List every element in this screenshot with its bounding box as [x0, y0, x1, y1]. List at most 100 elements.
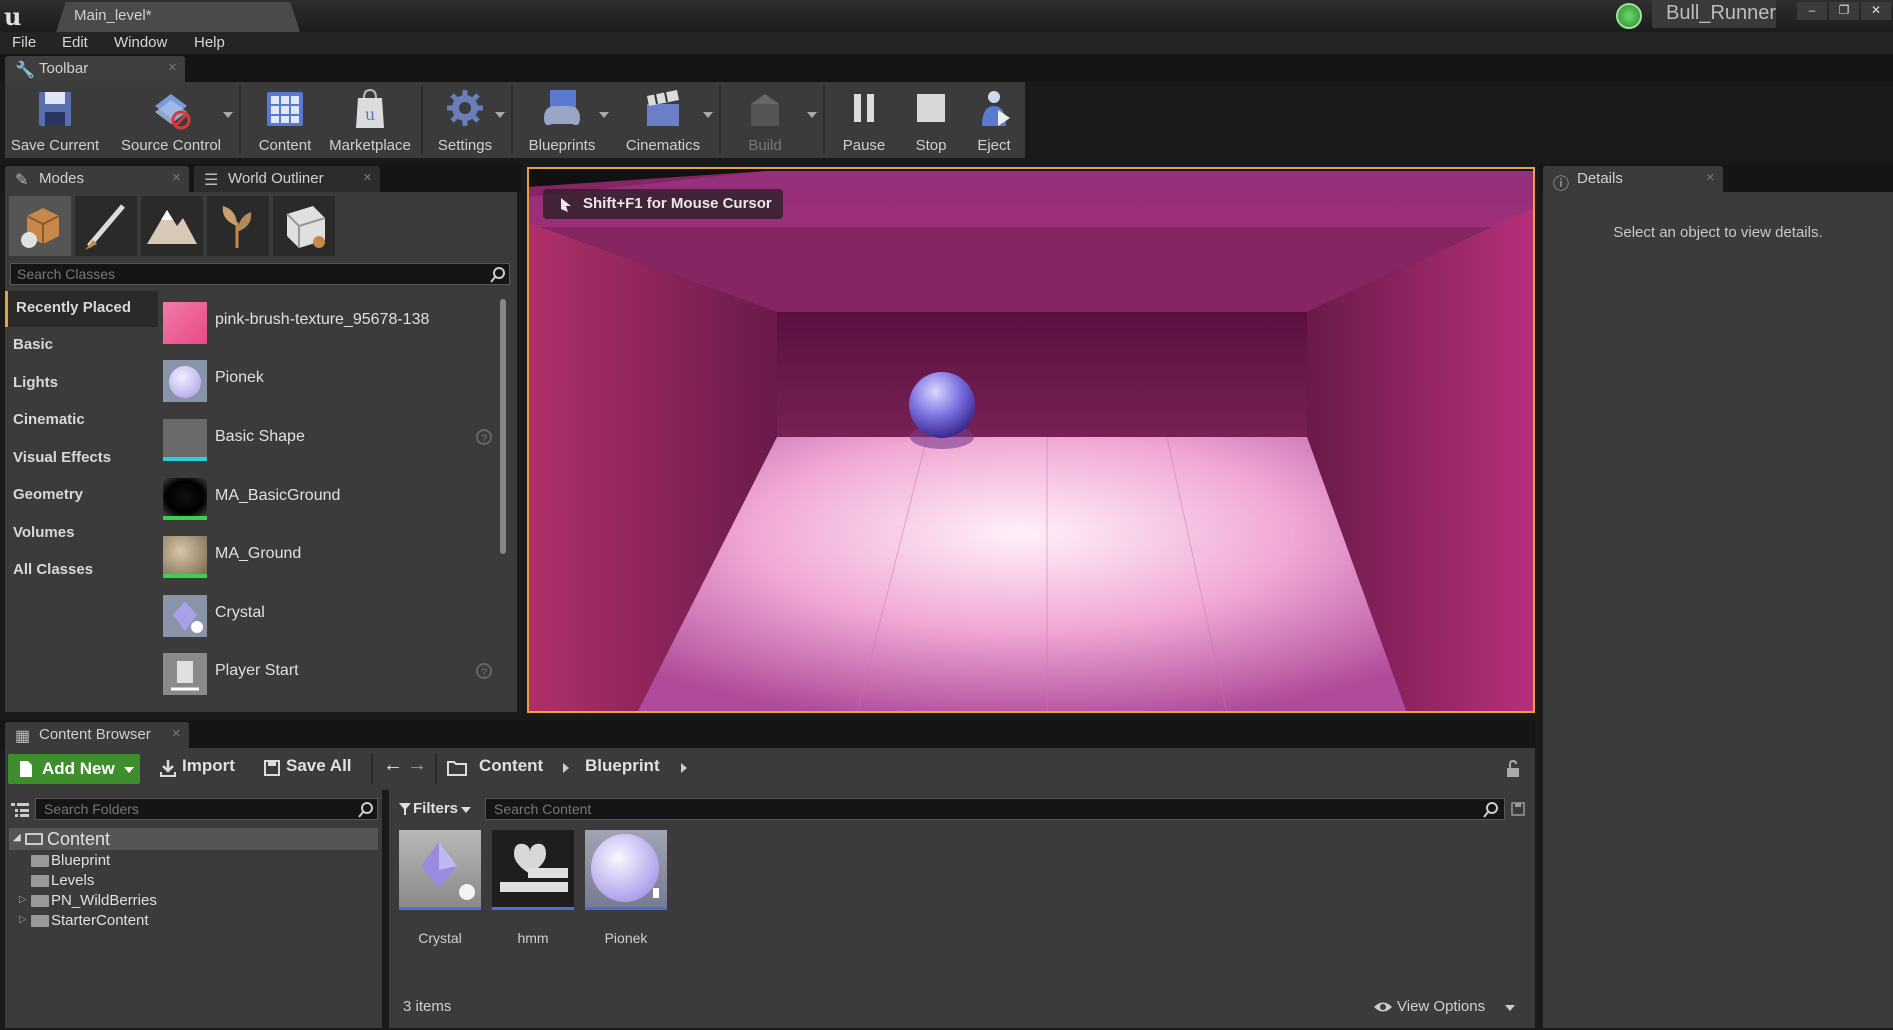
placed-list-scrollbar[interactable] [500, 299, 506, 554]
filter-funnel-icon [399, 803, 411, 815]
placeable-item[interactable]: Crystal [160, 589, 500, 645]
sources-toggle-icon[interactable] [11, 802, 29, 818]
placeable-item[interactable]: Basic Shape ? [160, 413, 500, 469]
place-mode-cube-icon[interactable] [9, 196, 71, 256]
material-thumbnail [163, 478, 207, 520]
breadcrumb-arrow-icon[interactable] [681, 763, 687, 773]
tab-details-label: Details [1577, 170, 1623, 187]
cinematics-button[interactable]: Cinematics [615, 82, 711, 158]
tab-close-icon[interactable]: ✕ [172, 171, 181, 184]
expand-arrow-icon[interactable]: ▷ [19, 914, 27, 925]
tab-close-icon[interactable]: ✕ [1706, 171, 1715, 184]
folder-icon [31, 915, 49, 927]
settings-dropdown-icon[interactable] [495, 112, 505, 118]
placeable-item[interactable]: MA_BasicGround [160, 472, 500, 528]
landscape-mode-mountain-icon[interactable] [141, 196, 203, 256]
eject-button[interactable]: Eject [963, 82, 1025, 158]
help-icon[interactable]: ? [476, 429, 492, 445]
placeable-item[interactable]: Player Start ? [160, 647, 500, 703]
save-all-button[interactable]: Save All [286, 756, 352, 776]
search-content-input[interactable]: Search Content [485, 798, 1505, 820]
placeable-item[interactable]: MA_Ground [160, 530, 500, 586]
blueprints-dropdown-icon[interactable] [599, 112, 609, 118]
tree-item-startercontent[interactable]: ▷ StarterContent [9, 912, 378, 930]
toolbar-separator [421, 86, 423, 154]
tree-item-label: StarterContent [51, 912, 149, 929]
menu-window[interactable]: Window [114, 34, 167, 51]
build-dropdown-icon[interactable] [807, 112, 817, 118]
paint-mode-brush-icon[interactable] [75, 196, 137, 256]
filters-button[interactable]: Filters [397, 798, 471, 820]
tree-item-blueprint[interactable]: Blueprint [9, 852, 378, 870]
blueprints-button[interactable]: Blueprints [517, 82, 607, 158]
category-volumes[interactable]: Volumes [5, 516, 155, 552]
expand-triangle-icon[interactable]: ◢ [13, 832, 21, 843]
folder-icon [31, 855, 49, 867]
search-folders-input[interactable]: Search Folders [35, 798, 378, 820]
tree-item-label: Content [47, 829, 111, 849]
save-current-button[interactable]: Save Current [5, 82, 105, 158]
content-button[interactable]: Content [245, 82, 325, 158]
source-control-button[interactable]: Source Control [111, 82, 231, 158]
stop-button[interactable]: Stop [899, 82, 963, 158]
level-viewport[interactable]: Shift+F1 for Mouse Cursor [527, 167, 1535, 713]
asset-tile-crystal[interactable]: Crystal [399, 830, 481, 950]
settings-button[interactable]: Settings [427, 82, 503, 158]
placeable-item[interactable]: pink-brush-texture_95678-138 [160, 296, 500, 352]
import-button[interactable]: Import [182, 756, 235, 776]
category-recently-placed[interactable]: Recently Placed [5, 291, 158, 327]
tab-modes[interactable]: ✎ Modes ✕ [5, 166, 189, 192]
category-all-classes[interactable]: All Classes [5, 553, 155, 589]
save-current-label: Save Current [10, 137, 100, 154]
engine-status-icon[interactable] [1616, 3, 1642, 29]
tab-close-icon[interactable]: ✕ [363, 171, 372, 184]
maximize-button[interactable]: ❐ [1829, 2, 1859, 20]
marketplace-button[interactable]: u Marketplace [325, 82, 415, 158]
tab-world-outliner[interactable]: ☰ World Outliner ✕ [194, 166, 380, 192]
category-basic[interactable]: Basic [5, 328, 155, 364]
new-file-icon [20, 761, 32, 777]
menu-edit[interactable]: Edit [62, 34, 88, 51]
tab-close-icon[interactable]: ✕ [172, 727, 181, 740]
close-button[interactable]: ✕ [1861, 2, 1891, 20]
cinematics-dropdown-icon[interactable] [703, 112, 713, 118]
save-search-icon[interactable] [1511, 802, 1525, 816]
lock-icon[interactable] [1505, 760, 1521, 778]
help-icon[interactable]: ? [476, 663, 492, 679]
expand-arrow-icon[interactable]: ▷ [19, 894, 27, 905]
category-lights[interactable]: Lights [5, 366, 155, 402]
category-cinematic[interactable]: Cinematic [5, 403, 155, 439]
search-classes-input[interactable]: Search Classes [10, 263, 510, 285]
tree-item-content[interactable]: ◢ Content [9, 828, 378, 850]
geometry-mode-box-icon[interactable] [273, 196, 335, 256]
asset-tile-hmm[interactable]: hmm [492, 830, 574, 950]
breadcrumb-blueprint[interactable]: Blueprint [585, 756, 660, 776]
menu-file[interactable]: File [12, 34, 36, 51]
minimize-button[interactable]: – [1797, 2, 1827, 20]
wrench-icon: 🔧 [15, 62, 35, 79]
source-control-dropdown-icon[interactable] [223, 112, 233, 118]
foliage-mode-leaf-icon[interactable] [207, 196, 269, 256]
breadcrumb-content[interactable]: Content [479, 756, 543, 776]
tree-item-levels[interactable]: Levels [9, 872, 378, 890]
tab-details[interactable]: ⓘ Details ✕ [1543, 166, 1723, 193]
build-button[interactable]: Build [725, 82, 805, 158]
tab-toolbar[interactable]: 🔧 Toolbar ✕ [5, 56, 185, 82]
source-control-label: Source Control [120, 137, 222, 154]
forward-arrow-icon[interactable]: → [407, 754, 427, 777]
asset-tile-pionek[interactable]: Pionek [585, 830, 667, 950]
tree-item-pn-wildberries[interactable]: ▷ PN_WildBerries [9, 892, 378, 910]
placeable-item[interactable]: Pionek [160, 354, 500, 410]
level-tab[interactable]: Main_level* [56, 2, 300, 32]
category-visual-effects[interactable]: Visual Effects [5, 441, 155, 477]
breadcrumb-arrow-icon[interactable] [563, 763, 569, 773]
tab-close-icon[interactable]: ✕ [168, 61, 177, 74]
menu-help[interactable]: Help [194, 34, 225, 51]
view-options-button[interactable]: View Options [1374, 998, 1515, 1015]
tab-content-browser[interactable]: ▦ Content Browser ✕ [5, 722, 189, 748]
pause-button[interactable]: Pause [829, 82, 899, 158]
add-new-button[interactable]: Add New [8, 754, 140, 784]
back-arrow-icon[interactable]: ← [383, 754, 403, 777]
unreal-logo-icon[interactable]: u [4, 2, 34, 31]
category-geometry[interactable]: Geometry [5, 478, 155, 514]
